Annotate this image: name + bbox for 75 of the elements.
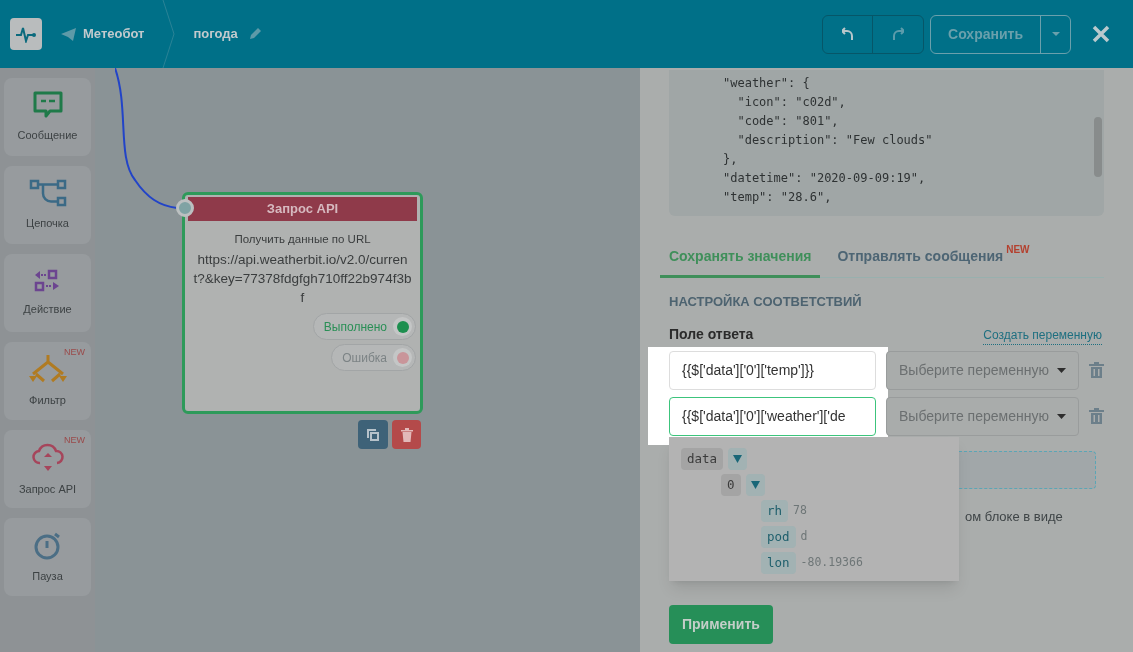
tree-value: -80.19366 (800, 553, 863, 571)
item-label: Запрос API (18, 481, 77, 497)
triangle-icon (750, 480, 760, 489)
caret-icon (1057, 413, 1066, 419)
copy-button[interactable] (358, 420, 388, 449)
item-label: Пауза (32, 568, 63, 584)
output-label: Выполнено (323, 318, 387, 336)
trash-icon (400, 427, 413, 442)
item-label: Действие (23, 301, 72, 317)
tree-key[interactable]: data (681, 447, 724, 470)
field-label: Поле ответа (669, 324, 754, 344)
code-line: }, (723, 151, 739, 168)
variable-select[interactable]: Выберите переменную (886, 350, 1079, 390)
copy-icon (366, 427, 380, 442)
response-field[interactable]: {{$['data']['0']['weather']['de (669, 396, 876, 436)
branch-icon (28, 178, 67, 207)
tab[interactable]: Сохранять значения (660, 238, 821, 278)
item-label: Сообщение (17, 127, 78, 143)
code-line: "weather": { (723, 75, 811, 92)
sidebar-item[interactable]: Сообщение (4, 78, 91, 156)
tree-key[interactable]: 0 (721, 473, 741, 496)
tree-key[interactable]: pod (761, 525, 796, 548)
api-request-node[interactable]: Запрос API Получить данные по URL https://api.weatherbit.io/v2.0/current?&key=77378fdgfgh710ff22b974f3bf Выполнено Ошибка (182, 192, 423, 414)
code-line: "code": "801", (736, 113, 840, 130)
output-port[interactable]: Ошибка (331, 344, 416, 372)
delete-button[interactable] (1089, 408, 1104, 424)
redo-icon (892, 27, 905, 41)
triangle-icon (733, 454, 743, 463)
flow-name: погода (193, 25, 238, 44)
delete-button[interactable] (1089, 362, 1104, 378)
new-label: NEW (1006, 243, 1030, 257)
code-line: "datetime": "2020-09-09:19", (723, 170, 927, 187)
item-label: Цепочка (26, 215, 69, 231)
new-label: NEW (64, 434, 85, 447)
expand-toggle[interactable] (728, 447, 748, 470)
node-subtitle: Получить данные по URL (233, 232, 372, 247)
sidebar-item[interactable]: Действие (4, 254, 91, 332)
output-label: Ошибка (342, 349, 387, 367)
tree-key[interactable]: lon (761, 551, 796, 574)
node-url: https://api.weatherbit.io/v2.0/current?&key=77378fdgfgh710ff22b974f3bf (192, 251, 413, 308)
breadcrumb-separator (162, 0, 177, 68)
item-label: Фильтр (29, 392, 66, 408)
output-port[interactable]: Выполнено (312, 313, 416, 341)
sidebar-item[interactable]: NEW Фильтр (4, 342, 91, 420)
bot-name[interactable]: Метеобот (83, 24, 145, 44)
caret-icon (1051, 32, 1060, 36)
create-variable-link[interactable]: Создать переменную (983, 325, 1102, 345)
variable-select[interactable]: Выберите переменную (886, 396, 1079, 436)
paper-plane-icon (61, 27, 76, 41)
pencil-icon[interactable] (247, 27, 262, 41)
code-line: "temp": "28.6", (723, 189, 833, 206)
undo-icon (841, 27, 854, 41)
section-title: НАСТРОЙКА СООТВЕТСТВИЙ (669, 293, 863, 311)
scrollbar-thumb[interactable] (1094, 117, 1102, 177)
new-label: NEW (64, 346, 85, 359)
sidebar-item[interactable]: Цепочка (4, 166, 91, 244)
tree-value: d (800, 527, 808, 545)
delete-button[interactable] (392, 420, 421, 449)
node-title: Запрос API (188, 197, 417, 221)
logo-icon (10, 18, 42, 50)
filter-icon (27, 353, 68, 384)
caret-icon (1057, 367, 1066, 373)
tree-key[interactable]: rh (761, 499, 789, 522)
sidebar-item[interactable]: NEW Запрос API (4, 430, 91, 508)
message-icon (32, 90, 63, 119)
hint-text: ом блоке в виде (965, 507, 1063, 526)
tree-value: 78 (793, 501, 807, 519)
code-line: "icon": "c02d", (736, 94, 847, 111)
expand-toggle[interactable] (745, 473, 765, 496)
apply-button[interactable]: Применить (669, 604, 773, 644)
tab[interactable]: Отправлять сообщения NEW (828, 238, 1039, 278)
response-field[interactable]: {{$['data']['0']['temp']}} (669, 350, 876, 390)
input-port[interactable] (176, 199, 194, 217)
sidebar-item[interactable]: Пауза (4, 518, 91, 596)
code-line: "description": "Few clouds" (736, 132, 934, 149)
